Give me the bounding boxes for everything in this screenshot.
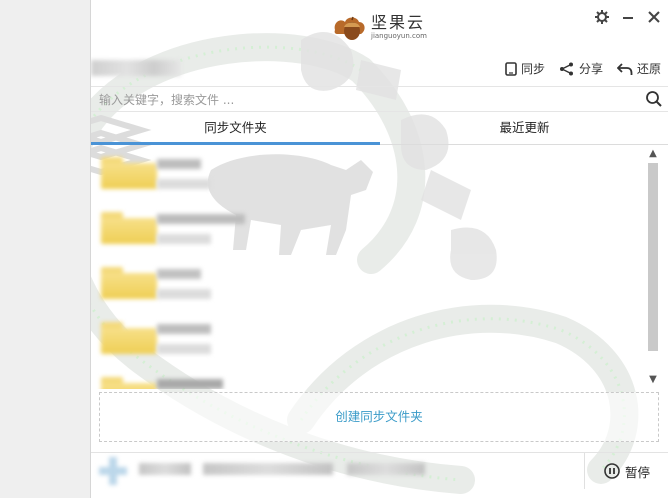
list-scrollbar[interactable]: ▲ ▼ bbox=[646, 145, 660, 389]
plus-icon bbox=[99, 457, 127, 485]
device-icon bbox=[505, 61, 517, 76]
restore-label: 还原 bbox=[636, 62, 661, 76]
folder-icon bbox=[101, 157, 157, 189]
window-controls bbox=[593, 8, 663, 26]
restore-button[interactable]: 还原 bbox=[616, 60, 661, 77]
tab-sync-folders[interactable]: 同步文件夹 bbox=[91, 113, 380, 145]
title-bar: 坚果云 jianguoyun.com bbox=[91, 0, 668, 50]
pause-icon bbox=[604, 463, 620, 479]
app-window: 坚果云 jianguoyun.com 同步 分享 还原 输入关键字，搜索文件 .… bbox=[90, 0, 668, 498]
folder-name-blurred bbox=[157, 324, 211, 334]
pause-label: 暂停 bbox=[624, 464, 650, 480]
create-folder-area: 创建同步文件夹 bbox=[99, 392, 659, 442]
share-button[interactable]: 分享 bbox=[559, 60, 603, 77]
status-bar: 暂停 bbox=[91, 452, 668, 489]
folder-detail-blurred bbox=[157, 179, 211, 189]
tab-recent-updates[interactable]: 最近更新 bbox=[380, 113, 668, 144]
list-item[interactable] bbox=[91, 145, 647, 200]
status-text-blurred bbox=[203, 463, 333, 475]
list-item[interactable] bbox=[91, 310, 647, 365]
action-toolbar: 同步 分享 还原 bbox=[91, 56, 668, 84]
undo-icon bbox=[616, 62, 633, 75]
folder-icon bbox=[101, 267, 157, 299]
app-domain: jianguoyun.com bbox=[371, 32, 427, 40]
search-input[interactable] bbox=[97, 90, 631, 110]
folder-name-blurred bbox=[157, 269, 201, 279]
share-label: 分享 bbox=[578, 62, 603, 76]
scroll-down-icon[interactable]: ▼ bbox=[646, 373, 660, 387]
app-logo: 坚果云 jianguoyun.com bbox=[331, 12, 427, 42]
app-name: 坚果云 bbox=[371, 13, 426, 32]
folder-detail-blurred bbox=[157, 234, 211, 244]
gear-icon[interactable] bbox=[593, 8, 611, 26]
create-sync-folder-button[interactable]: 创建同步文件夹 bbox=[100, 393, 658, 441]
share-icon bbox=[559, 62, 573, 75]
folder-detail-blurred bbox=[157, 344, 211, 354]
folder-name-blurred bbox=[157, 379, 223, 389]
close-icon[interactable] bbox=[645, 8, 663, 26]
account-name-blurred bbox=[91, 60, 181, 76]
status-text-blurred bbox=[347, 463, 425, 475]
folder-list bbox=[91, 145, 647, 389]
folder-icon bbox=[101, 212, 157, 244]
list-item[interactable] bbox=[91, 255, 647, 310]
folder-detail-blurred bbox=[157, 289, 211, 299]
sync-button[interactable]: 同步 bbox=[505, 60, 545, 77]
list-item[interactable] bbox=[91, 200, 647, 255]
search-icon[interactable] bbox=[645, 90, 663, 108]
scrollbar-thumb[interactable] bbox=[648, 163, 658, 351]
folder-icon bbox=[101, 377, 157, 389]
folder-icon bbox=[101, 322, 157, 354]
list-item[interactable] bbox=[91, 365, 647, 389]
search-bar bbox=[91, 86, 668, 112]
pause-button[interactable]: 暂停 bbox=[584, 453, 668, 489]
folder-name-blurred bbox=[157, 159, 201, 169]
folder-name-blurred bbox=[157, 214, 245, 224]
status-text-blurred bbox=[139, 463, 191, 475]
acorn-logo-icon bbox=[331, 12, 367, 42]
tab-bar: 同步文件夹 最近更新 bbox=[91, 113, 668, 145]
sync-label: 同步 bbox=[520, 62, 545, 76]
scroll-up-icon[interactable]: ▲ bbox=[646, 147, 660, 161]
minimize-icon[interactable] bbox=[619, 8, 637, 26]
